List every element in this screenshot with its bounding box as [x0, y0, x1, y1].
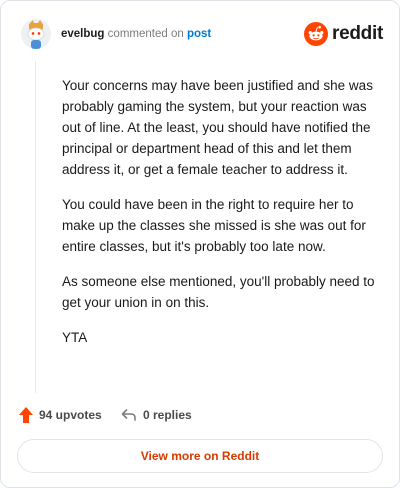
view-more-label: View more on Reddit — [140, 449, 260, 463]
view-more-button[interactable]: View more on Reddit — [17, 439, 383, 473]
thread-line[interactable] — [35, 61, 36, 393]
reply-arrow-icon — [121, 409, 136, 421]
reply-count: 0 replies — [143, 408, 192, 422]
user-avatar[interactable] — [21, 19, 51, 49]
comment-paragraph: You could have been in the right to requ… — [62, 197, 366, 254]
reddit-brand-link[interactable]: reddit — [304, 21, 383, 47]
comment-actions: 94 upvotes 0 replies — [19, 403, 383, 427]
comment-paragraph: Your concerns may have been justified an… — [62, 78, 373, 177]
upvote-button[interactable]: 94 upvotes — [19, 403, 102, 427]
commented-on-text: commented on — [107, 28, 184, 40]
snoo-avatar-icon — [21, 19, 51, 49]
comment-body: Your concerns may have been justified an… — [62, 75, 380, 362]
upvote-arrow-icon — [19, 407, 33, 423]
reddit-wordmark: reddit — [332, 23, 383, 44]
upvote-count: 94 upvotes — [39, 408, 102, 422]
comment-embed-card: evelbug commented on post reddit Your co… — [0, 0, 400, 488]
post-link[interactable]: post — [187, 28, 211, 40]
comment-header: evelbug commented on post reddit — [19, 19, 383, 49]
replies-button[interactable]: 0 replies — [121, 403, 192, 427]
author-link[interactable]: evelbug — [61, 28, 104, 40]
reddit-logo-icon — [304, 22, 329, 46]
comment-paragraph: As someone else mentioned, you'll probab… — [62, 274, 375, 310]
comment-paragraph: YTA — [62, 330, 88, 345]
comment-meta: evelbug commented on post — [61, 27, 211, 41]
